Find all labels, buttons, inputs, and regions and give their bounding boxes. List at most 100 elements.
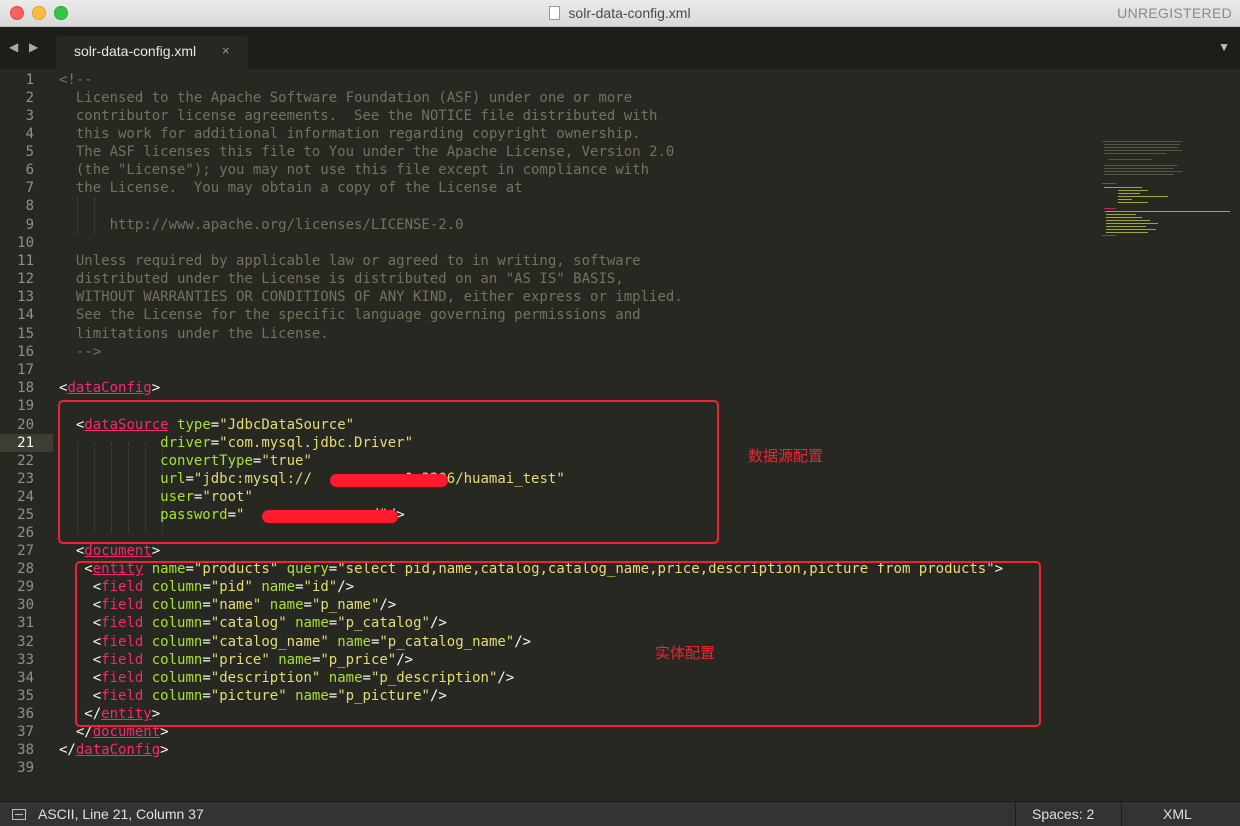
minimap-line [1118, 199, 1132, 200]
line-number-gutter: 1 2 3 4 5 6 7 8 9 10 11 12 13 14 15 16 17 18 19 20 21 22 23 24 2… [0, 69, 50, 801]
tag-name: dataConfig [67, 380, 152, 396]
line-number: 37 [17, 724, 34, 740]
status-bar: ASCII, Line 21, Column 37 Spaces: 2 XML [0, 801, 1240, 826]
minimap-line [1104, 187, 1142, 188]
line-number: 27 [17, 543, 34, 559]
indentation-setting[interactable]: Spaces: 2 [1032, 806, 1094, 822]
line-number: 19 [17, 398, 34, 414]
line-number: 21 [17, 435, 34, 451]
line-number: 8 [25, 198, 34, 214]
minimap-line [1106, 223, 1158, 224]
minimap-line [1106, 226, 1146, 227]
minimap-line [1106, 214, 1136, 215]
line-number: 34 [17, 670, 34, 686]
code-line: Unless required by applicable law or agr… [59, 253, 641, 269]
line-number: 1 [25, 72, 34, 88]
minimap-line [1118, 193, 1140, 194]
minimap-line [1102, 235, 1116, 236]
tag-name: dataConfig [75, 742, 161, 758]
line-number: 15 [17, 326, 34, 342]
code-line: distributed under the License is distrib… [59, 271, 624, 287]
line-number: 30 [17, 597, 34, 613]
minimap-line [1104, 208, 1116, 209]
code-line: http://www.apache.org/licenses/LICENSE-2… [59, 217, 464, 233]
line-number: 25 [17, 507, 34, 523]
code-line: <document> [59, 543, 161, 559]
line-number: 32 [17, 634, 34, 650]
line-number: 3 [25, 108, 34, 124]
minimap-line [1106, 232, 1148, 233]
code-line: See the License for the specific languag… [59, 307, 641, 323]
status-divider [1015, 802, 1016, 826]
unregistered-label: UNREGISTERED [1117, 5, 1232, 21]
line-number: 17 [17, 362, 34, 378]
code-line: (the "License"); you may not use this fi… [59, 162, 650, 178]
minimap-line [1104, 150, 1182, 151]
code-line: --> [59, 344, 102, 360]
minimap-line [1104, 153, 1166, 154]
line-number: 23 [17, 471, 34, 487]
tag-name: document [84, 543, 152, 559]
minimap-line [1105, 211, 1230, 212]
minimap-line [1104, 171, 1182, 172]
window-title: solr-data-config.xml [0, 5, 1240, 21]
line-number: 5 [25, 144, 34, 160]
datasource-annotation-label: 数据源配置 [748, 448, 824, 465]
entity-annotation-box [75, 561, 1041, 727]
line-number: 35 [17, 688, 34, 704]
tab-menu-icon[interactable]: ▼ [1218, 40, 1230, 54]
line-number: 11 [17, 253, 34, 269]
code-line: <dataConfig> [59, 380, 161, 396]
line-number: 28 [17, 561, 34, 577]
line-number: 26 [17, 525, 34, 541]
minimap-line [1102, 141, 1182, 142]
line-number: 31 [17, 615, 34, 631]
entity-annotation-label: 实体配置 [655, 645, 716, 662]
code-line: contributor license agreements. See the … [59, 108, 658, 124]
line-number: 7 [25, 180, 34, 196]
tab-solr-data-config[interactable]: solr-data-config.xml × [56, 36, 248, 69]
minimap-line [1104, 168, 1174, 169]
minimap-line [1106, 217, 1142, 218]
minimap-line [1118, 190, 1148, 191]
line-number: 10 [17, 235, 34, 251]
line-number: 9 [25, 217, 34, 233]
line-number: 38 [17, 742, 34, 758]
code-line: The ASF licenses this file to You under … [59, 144, 675, 160]
line-number: 39 [17, 760, 34, 776]
code-line: limitations under the License. [59, 326, 329, 342]
minimap-line [1118, 202, 1148, 203]
line-number: 6 [25, 162, 34, 178]
minimap-line [1104, 165, 1178, 166]
line-number: 16 [17, 344, 34, 360]
minimap-line [1104, 174, 1174, 175]
minimap[interactable] [1100, 139, 1230, 239]
close-tab-icon[interactable]: × [222, 43, 230, 58]
datasource-annotation-box [58, 400, 719, 544]
line-number: 4 [25, 126, 34, 142]
line-number: 18 [17, 380, 34, 396]
line-number: 29 [17, 579, 34, 595]
syntax-selector[interactable]: XML [1163, 806, 1192, 822]
minimap-line [1102, 183, 1116, 184]
line-number: 12 [17, 271, 34, 287]
minimap-line [1106, 229, 1156, 230]
code-editor[interactable]: 1 2 3 4 5 6 7 8 9 10 11 12 13 14 15 16 17 18 19 20 21 22 23 24 2… [0, 69, 1240, 801]
panel-toggle-icon[interactable] [12, 809, 26, 820]
line-number: 24 [17, 489, 34, 505]
status-divider [1121, 802, 1122, 826]
line-number: 14 [17, 307, 34, 323]
tab-label: solr-data-config.xml [74, 43, 197, 59]
code-line: <!-- [59, 72, 93, 88]
minimap-line [1118, 196, 1168, 197]
code-line: </dataConfig> [59, 742, 169, 758]
document-icon [549, 6, 561, 20]
code-line: WITHOUT WARRANTIES OR CONDITIONS OF ANY … [59, 289, 683, 305]
nav-back-icon[interactable]: ◀ [9, 40, 18, 54]
cursor-position: ASCII, Line 21, Column 37 [38, 806, 204, 822]
title-bar: solr-data-config.xml UNREGISTERED [0, 0, 1240, 27]
line-number: 20 [17, 417, 34, 433]
line-number: 22 [17, 453, 34, 469]
nav-forward-icon[interactable]: ▶ [29, 40, 38, 54]
minimap-line [1104, 144, 1180, 145]
